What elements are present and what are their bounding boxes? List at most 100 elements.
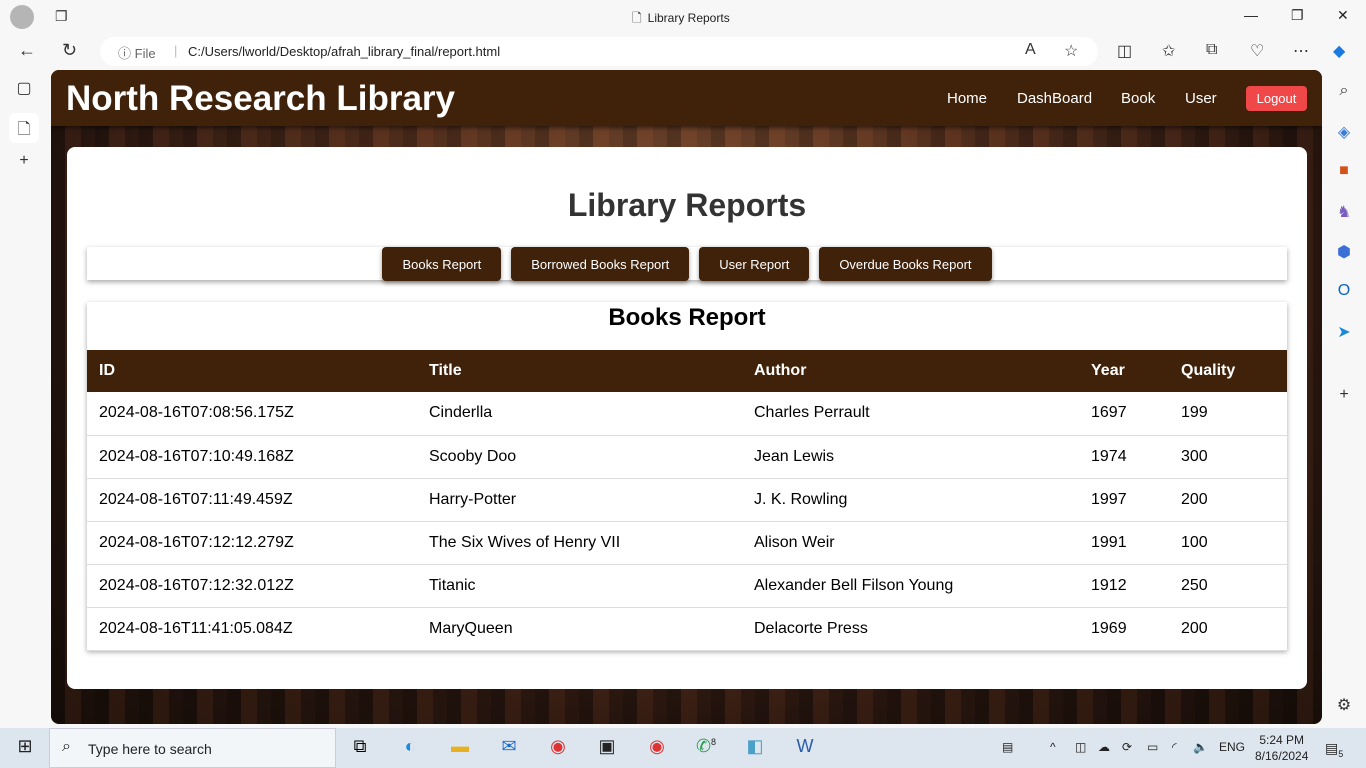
profile-avatar[interactable] [10,5,34,29]
column-header-title: Title [417,350,742,392]
cell-year: 1991 [1079,521,1169,565]
nav-dashboard[interactable]: DashBoard [1017,90,1092,107]
sync-icon[interactable]: ⟳ [1122,740,1132,754]
collections-icon[interactable]: ⧉ [1206,41,1217,59]
terminal-icon[interactable]: ▣ [592,736,622,757]
browser-essentials-icon[interactable]: ♡ [1250,41,1264,61]
more-menu-icon[interactable]: ⋯ [1293,41,1309,61]
cell-title: MaryQueen [417,607,742,651]
split-screen-icon[interactable]: ◫ [1117,41,1132,61]
games-icon[interactable]: ♞ [1329,202,1359,222]
cell-quality: 200 [1169,607,1287,651]
notification-count: 5 [1338,748,1344,759]
overdue-books-report-button[interactable]: Overdue Books Report [819,247,992,281]
divider: | [174,43,178,58]
cell-author: Delacorte Press [742,607,1079,651]
language-indicator[interactable]: ENG [1219,740,1245,754]
browser-title-bar: ❐ 🗋 Library Reports — ❐ ✕ [0,0,1366,34]
nav-home[interactable]: Home [947,90,987,107]
nav-book[interactable]: Book [1121,90,1155,107]
books-report-section: Books Report ID Title Author Year Qualit… [87,302,1287,651]
shopping-icon[interactable]: ◈ [1329,122,1359,142]
favorite-star-icon[interactable]: ☆ [1064,41,1078,61]
tab-actions-icon[interactable]: ▢ [9,78,39,98]
show-hidden-icon[interactable]: ^ [1050,740,1056,754]
file-explorer-icon[interactable]: ▬ [445,736,475,757]
chrome-profile-icon[interactable]: ◉ [642,736,672,757]
address-bar-row: ← ↻ ⓘ File | C:/Users/lworld/Desktop/afr… [0,34,1366,70]
cell-year: 1697 [1079,392,1169,436]
time: 5:24 PM [1259,733,1305,747]
cell-author: Alison Weir [742,521,1079,565]
news-icon[interactable]: ▤ [1002,740,1013,754]
send-icon[interactable]: ➤ [1329,322,1359,342]
battery-icon[interactable]: ▭ [1147,740,1158,754]
favorites-icon[interactable]: ✩ [1162,41,1175,61]
navbar: North Research Library Home DashBoard Bo… [51,70,1322,126]
table-row: 2024-08-16T07:08:56.175Z Cinderlla Charles… [87,392,1287,436]
new-tab-icon[interactable]: + [9,152,39,170]
whatsapp-icon[interactable]: ✆8 [691,736,721,757]
page-title: Library Reports [567,187,807,223]
taskbar-search[interactable]: ⌕ Type here to search [49,728,336,768]
chrome-icon[interactable]: ◉ [543,736,573,757]
cell-quality: 200 [1169,478,1287,522]
cell-year: 1969 [1079,607,1169,651]
back-icon[interactable]: ← [18,40,36,61]
nav-user[interactable]: User [1185,90,1217,107]
books-report-button[interactable]: Books Report [382,247,502,281]
meet-icon[interactable]: ◫ [1075,740,1086,754]
search-placeholder: Type here to search [88,741,212,757]
wifi-icon[interactable]: ◜ [1172,740,1177,754]
column-header-year: Year [1079,350,1169,392]
notifications-icon[interactable]: ▤5 [1325,740,1343,759]
date: 8/16/2024 [1255,749,1309,763]
search-icon[interactable]: ⌕ [1329,82,1359,100]
cell-quality: 250 [1169,564,1287,608]
tab-actions-icon[interactable]: ❐ [55,8,68,25]
user-report-button[interactable]: User Report [699,247,810,281]
close-button[interactable]: ✕ [1337,7,1349,24]
table-row: 2024-08-16T11:41:05.084Z MaryQueen Delacor… [87,607,1287,651]
task-view-icon[interactable]: ⧉ [345,736,375,757]
cell-id: 2024-08-16T11:41:05.084Z [87,607,417,651]
outlook-icon[interactable]: O [1329,282,1359,300]
cell-quality: 300 [1169,435,1287,479]
column-header-author: Author [742,350,1079,392]
logout-button[interactable]: Logout [1246,86,1307,111]
minimize-button[interactable]: — [1244,7,1258,23]
mail-icon[interactable]: ✉ [494,736,524,757]
settings-gear-icon[interactable]: ⚙ [1329,695,1359,715]
windows-start-icon[interactable]: ⊞ [10,736,40,757]
borrowed-books-report-button[interactable]: Borrowed Books Report [511,247,690,281]
url-text[interactable]: C:/Users/lworld/Desktop/afrah_library_fi… [188,44,500,59]
table-header-row: ID Title Author Year Quality [87,350,1287,392]
edge-sidebar: ⌕ ◈ ■ ♞ ⬢ O ➤ + ⚙ [1322,70,1366,728]
onedrive-icon[interactable]: ☁ [1098,740,1110,754]
restore-button[interactable]: ❐ [1291,7,1304,24]
microsoft365-icon[interactable]: ⬢ [1329,242,1359,262]
table-row: 2024-08-16T07:12:12.279Z The Six Wives of… [87,521,1287,565]
edge-icon[interactable]: ◐ [395,736,425,757]
volume-icon[interactable]: 🔈 [1193,740,1208,754]
cell-title: Titanic [417,564,742,608]
refresh-icon[interactable]: ↻ [62,40,77,61]
cell-id: 2024-08-16T07:12:32.012Z [87,564,417,608]
tools-icon[interactable]: ■ [1329,162,1359,180]
add-icon[interactable]: + [1329,386,1359,404]
search-icon: ⌕ [62,738,71,755]
whatsapp-badge: 8 [711,737,717,747]
word-icon[interactable]: W [790,736,820,757]
cell-author: Jean Lewis [742,435,1079,479]
current-tab-icon[interactable]: 🗋 [9,113,39,143]
cell-title: Scooby Doo [417,435,742,479]
address-bar[interactable]: ⓘ File | C:/Users/lworld/Desktop/afrah_l… [100,37,1098,66]
vertical-tabs-bar: ▢ 🗋 + [0,70,50,728]
report-title: Books Report [608,304,766,331]
copilot-icon[interactable]: ◆ [1333,41,1345,61]
window-title: 🗋 Library Reports [632,11,730,25]
read-aloud-icon[interactable]: A [1025,41,1036,59]
app-icon[interactable]: ◧ [740,736,770,757]
cell-id: 2024-08-16T07:12:12.279Z [87,521,417,565]
clock[interactable]: 5:24 PM 8/16/2024 [1255,732,1308,764]
